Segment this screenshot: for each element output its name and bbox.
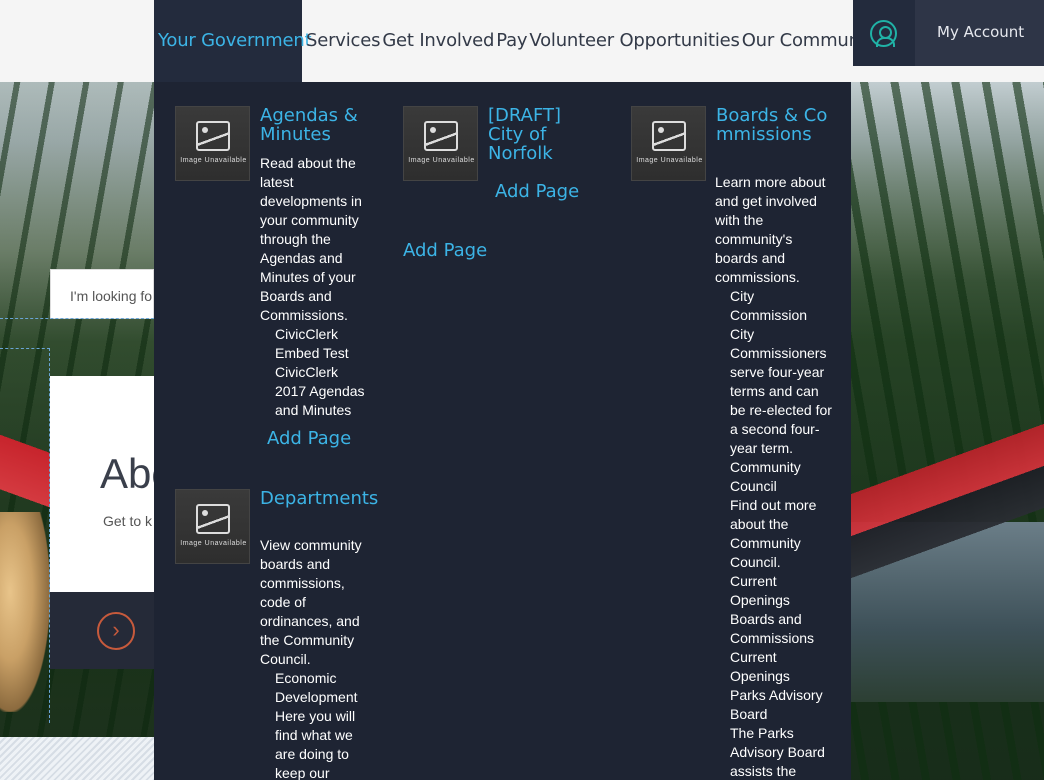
nav-volunteer-opportunities[interactable]: Volunteer Opportunities [529, 0, 739, 82]
image-unavailable-icon: Image Unavailable [631, 106, 706, 181]
boards-commissions-link[interactable]: Boards & Commissions [716, 106, 832, 144]
city-commission-link[interactable]: City Commission [730, 287, 820, 325]
striped-section [0, 737, 154, 780]
add-page-button[interactable]: Add Page [267, 428, 351, 449]
nav-get-involved[interactable]: Get Involved [382, 0, 494, 82]
departments-link[interactable]: Departments [260, 489, 378, 508]
user-circle-icon [870, 20, 897, 47]
image-unavailable-icon: Image Unavailable [175, 489, 250, 564]
about-subtitle: Get to k [103, 513, 153, 529]
your-government-dropdown: Image Unavailable Agendas & Minutes Read… [154, 82, 851, 780]
add-page-button[interactable]: Add Page [495, 181, 579, 202]
economic-development-link[interactable]: Economic Development [275, 669, 367, 707]
boards-description: Learn more about and get involved with t… [715, 174, 826, 285]
nav-your-government[interactable]: Your Government [154, 0, 312, 82]
edit-outline-inner [0, 348, 50, 723]
hammock-right [851, 382, 1044, 592]
add-page-button[interactable]: Add Page [403, 240, 487, 261]
main-nav: Your Government Services Get Involved Pa… [154, 0, 882, 82]
my-account-button[interactable]: My Account [915, 0, 1044, 66]
site-header: Your Government Services Get Involved Pa… [0, 0, 1044, 82]
search-input[interactable]: I'm looking fo [50, 269, 154, 319]
civicclerk-2017-link[interactable]: CivicClerk 2017 Agendas and Minutes [275, 363, 373, 420]
economic-development-desc: Here you will find what we are doing to … [275, 708, 356, 780]
agendas-description: Read about the latest developments in yo… [260, 155, 362, 323]
image-unavailable-icon: Image Unavailable [175, 106, 250, 181]
parks-advisory-board-link[interactable]: Parks Advisory Board [730, 686, 834, 724]
departments-description: View community boards and commissions, c… [260, 537, 362, 667]
about-card: Abo Get to k [50, 376, 154, 592]
about-footer: › [50, 592, 154, 669]
about-title: Abo [100, 450, 154, 497]
current-openings-link[interactable]: Current Openings [730, 572, 834, 610]
agendas-minutes-link[interactable]: Agendas & Minutes [260, 106, 370, 144]
chevron-right-circle-icon[interactable]: › [97, 612, 135, 650]
parks-advisory-board-desc: The Parks Advisory Board assists the [730, 725, 825, 779]
image-unavailable-icon: Image Unavailable [403, 106, 478, 181]
community-council-desc: Find out more about the Community Counci… [730, 497, 817, 570]
draft-city-of-norfolk-link[interactable]: [DRAFT] City of Norfolk [488, 106, 578, 163]
civicclerk-embed-test-link[interactable]: CivicClerk Embed Test [275, 325, 373, 363]
nav-services[interactable]: Services [306, 0, 381, 82]
nav-pay[interactable]: Pay [496, 0, 527, 82]
city-commission-desc: City Commissioners serve four-year terms… [730, 326, 832, 456]
current-openings-desc: Boards and Commissions Current Openings [730, 611, 815, 684]
account-icon-button[interactable] [853, 0, 915, 66]
community-council-link[interactable]: Community Council [730, 458, 834, 496]
